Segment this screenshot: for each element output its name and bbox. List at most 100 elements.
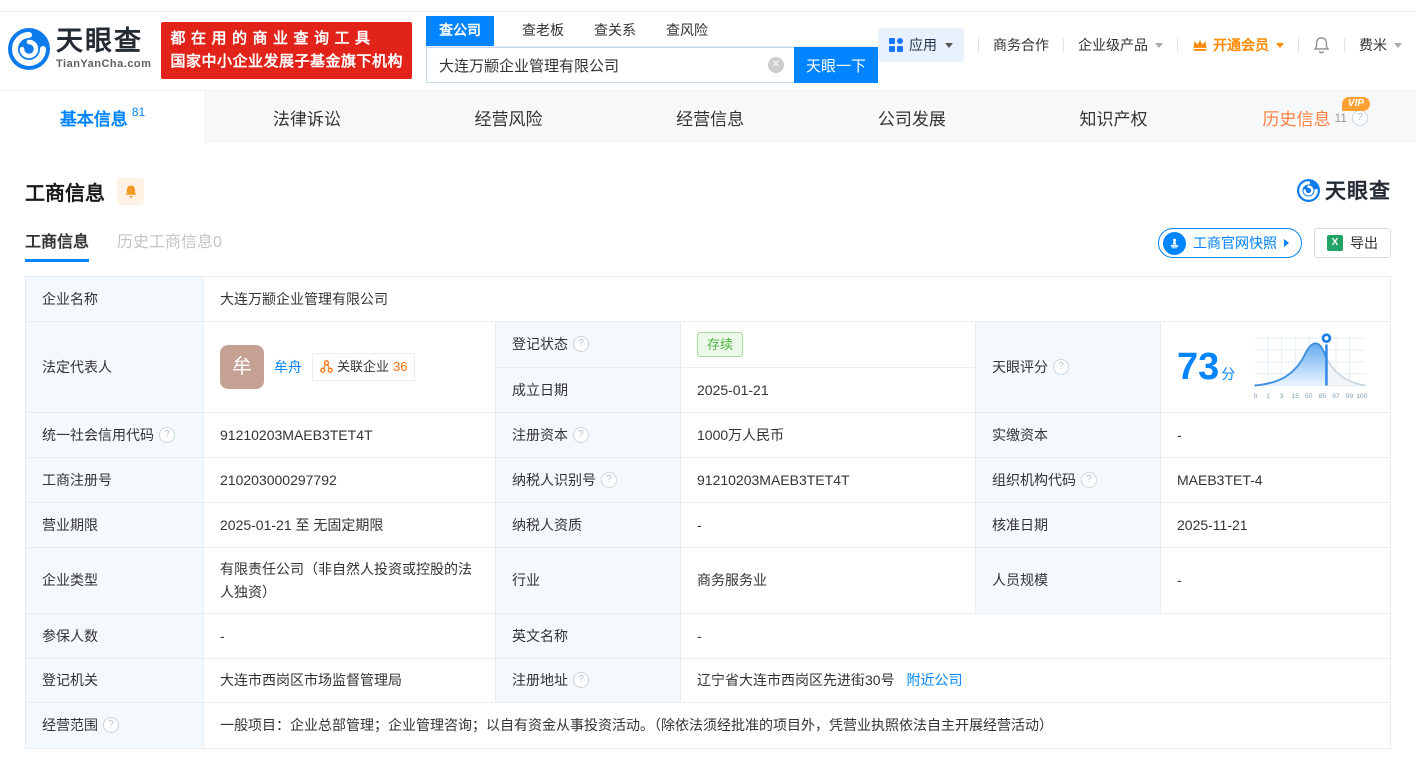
tab-legal-litigation[interactable]: 法律诉讼 (206, 91, 408, 144)
search-tab-relation[interactable]: 查关系 (592, 16, 638, 46)
svg-text:100: 100 (1357, 393, 1368, 400)
field-label: 实缴资本 (976, 413, 1161, 458)
stamp-icon (1163, 232, 1186, 255)
search-tab-risk[interactable]: 查风险 (664, 16, 710, 46)
svg-text:1: 1 (1266, 393, 1270, 400)
paid-capital-value: - (1161, 413, 1391, 458)
slogan-banner: 都在用的商业查询工具 国家中小企业发展子基金旗下机构 (161, 22, 412, 79)
industry-value: 商务服务业 (681, 548, 976, 614)
crown-icon (1192, 38, 1208, 52)
reg-address-cell: 辽宁省大连市西岗区先进街30号 附近公司 (681, 659, 1391, 703)
username: 费米 (1359, 35, 1387, 55)
slogan-line2: 国家中小企业发展子基金旗下机构 (170, 50, 403, 73)
avatar[interactable]: 牟 (220, 345, 264, 389)
tab-operating-info[interactable]: 经营信息 (609, 91, 811, 144)
clear-search-icon[interactable] (768, 57, 784, 73)
taxpayer-quality-value: - (681, 503, 976, 548)
search-input[interactable] (427, 48, 794, 82)
chevron-right-icon (1284, 239, 1289, 247)
help-icon[interactable] (573, 427, 589, 443)
company-name-value: 大连万颛企业管理有限公司 (204, 277, 1391, 322)
field-label: 注册地址 (496, 659, 681, 703)
search-tab-company[interactable]: 查公司 (426, 16, 494, 46)
business-info-table: 企业名称 大连万颛企业管理有限公司 法定代表人 牟 牟舟 (25, 276, 1391, 749)
help-icon[interactable] (573, 336, 589, 352)
table-row: 企业类型 有限责任公司（非自然人投资或控股的法人独资） 行业 商务服务业 人员规… (26, 548, 1391, 614)
svg-text:97: 97 (1332, 393, 1340, 400)
field-label: 纳税人资质 (496, 503, 681, 548)
table-row: 营业期限 2025-01-21 至 无固定期限 纳税人资质 - 核准日期 202… (26, 503, 1391, 548)
apps-menu[interactable]: 应用 (878, 28, 964, 62)
search-button[interactable]: 天眼一下 (794, 47, 878, 83)
field-label: 经营范围 (26, 703, 204, 749)
reg-address-value: 辽宁省大连市西岗区先进街30号 (697, 672, 895, 688)
tianyancha-company-page: 天眼查 TianYanCha.com 都在用的商业查询工具 国家中小企业发展子基… (0, 0, 1416, 760)
english-name-value: - (681, 614, 1391, 659)
table-row: 工商注册号 210203000297792 纳税人识别号 91210203MAE… (26, 458, 1391, 503)
legal-rep-link[interactable]: 牟舟 (274, 356, 302, 378)
subtab-business-info[interactable]: 工商信息 (25, 228, 89, 262)
org-code-value: MAEB3TET-4 (1161, 458, 1391, 503)
user-menu[interactable]: 费米 (1359, 35, 1402, 55)
tab-operating-risk[interactable]: 经营风险 (408, 91, 610, 144)
brand-name: 天眼查 (56, 28, 151, 55)
search-block: 查公司 查老板 查关系 查风险 天眼一下 (426, 16, 878, 83)
nav-enterprise-products[interactable]: 企业级产品 (1078, 35, 1163, 55)
header-nav: 应用 商务合作 企业级产品 开通会员 (878, 28, 1402, 62)
table-row: 经营范围 一般项目：企业总部管理；企业管理咨询；以自有资金从事投资活动。（除依法… (26, 703, 1391, 749)
tab-basic-info[interactable]: 基本信息 81 (0, 91, 206, 144)
field-label: 登记机关 (26, 659, 204, 703)
help-icon[interactable] (1053, 359, 1069, 375)
main-content: 工商信息 天眼查 工商信息 历史工商信息0 (0, 143, 1416, 760)
tab-history-count: 11 (1334, 111, 1346, 125)
help-icon[interactable] (573, 672, 589, 688)
help-icon[interactable] (1352, 110, 1368, 126)
open-vip-button[interactable]: 开通会员 (1192, 35, 1284, 55)
nav-cooperation[interactable]: 商务合作 (993, 35, 1049, 55)
svg-text:85: 85 (1319, 393, 1327, 400)
field-label: 英文名称 (496, 614, 681, 659)
score-distribution-chart: 0 1 3 15 50 85 97 99 100 (1249, 330, 1371, 404)
export-button[interactable]: 导出 (1314, 228, 1391, 258)
nearby-companies-link[interactable]: 附近公司 (906, 672, 962, 688)
reg-authority-value: 大连市西岗区市场监督管理局 (204, 659, 496, 703)
reg-capital-value: 1000万人民币 (681, 413, 976, 458)
apps-label: 应用 (909, 35, 937, 55)
search-tab-boss[interactable]: 查老板 (520, 16, 566, 46)
help-icon[interactable] (159, 427, 175, 443)
bell-icon (124, 184, 138, 199)
subtab-history-business-info[interactable]: 历史工商信息0 (117, 228, 222, 262)
tab-company-development[interactable]: 公司发展 (811, 91, 1013, 144)
establish-date-value: 2025-01-21 (681, 367, 976, 413)
table-row: 企业名称 大连万颛企业管理有限公司 (26, 277, 1391, 322)
chevron-down-icon (1394, 43, 1402, 48)
field-label: 注册资本 (496, 413, 681, 458)
tab-basic-count: 81 (132, 105, 145, 119)
slogan-line1: 都在用的商业查询工具 (170, 27, 403, 50)
official-snapshot-button[interactable]: 工商官网快照 (1158, 228, 1302, 258)
site-logo[interactable]: 天眼查 TianYanCha.com (8, 28, 151, 70)
svg-text:99: 99 (1346, 393, 1354, 400)
svg-text:50: 50 (1305, 393, 1313, 400)
tab-intellectual-property[interactable]: 知识产权 (1013, 91, 1215, 144)
help-icon[interactable] (1081, 472, 1097, 488)
business-term-value: 2025-01-21 至 无固定期限 (204, 503, 496, 548)
svg-text:15: 15 (1292, 393, 1300, 400)
related-companies-badge[interactable]: 关联企业 36 (312, 353, 415, 382)
field-label: 营业期限 (26, 503, 204, 548)
top-bar: 天眼查 TianYanCha.com 都在用的商业查询工具 国家中小企业发展子基… (0, 14, 1416, 84)
tab-history-info[interactable]: VIP 历史信息 11 (1214, 91, 1416, 144)
subscribe-alert-button[interactable] (117, 178, 144, 205)
score-cell: 73分 (1161, 322, 1391, 413)
reg-number-value: 210203000297792 (204, 458, 496, 503)
help-icon[interactable] (103, 717, 119, 733)
field-label: 纳税人识别号 (496, 458, 681, 503)
field-label: 成立日期 (496, 367, 681, 413)
help-icon[interactable] (601, 472, 617, 488)
notifications-button[interactable] (1313, 36, 1330, 54)
field-label: 核准日期 (976, 503, 1161, 548)
vip-badge: VIP (1342, 97, 1370, 111)
field-label: 企业名称 (26, 277, 204, 322)
field-label: 统一社会信用代码 (26, 413, 204, 458)
insured-count-value: - (204, 614, 496, 659)
